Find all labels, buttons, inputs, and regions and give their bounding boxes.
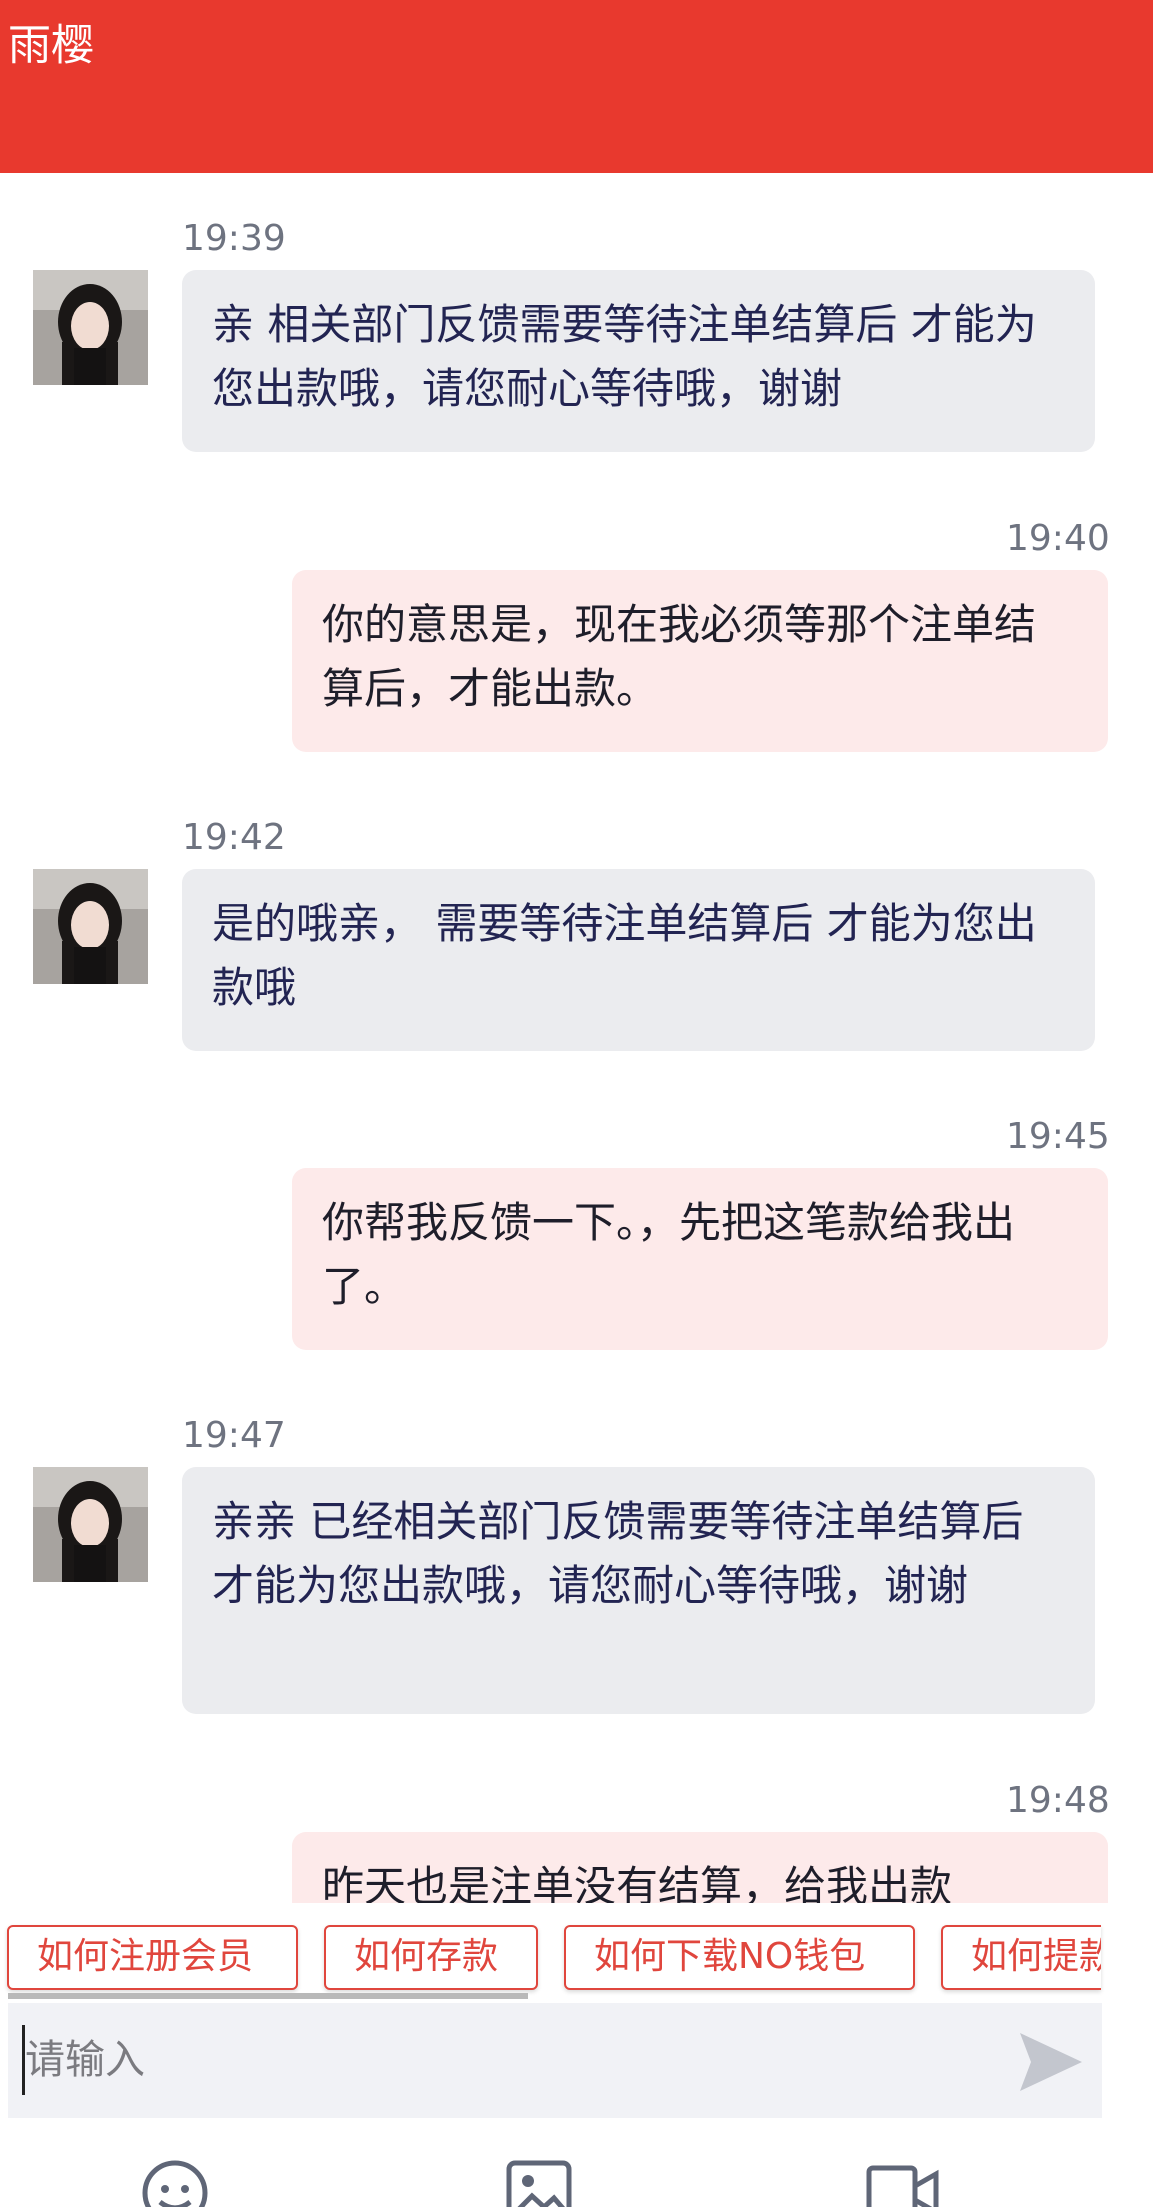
message-time: 19:39 bbox=[182, 218, 286, 259]
quick-reply-register[interactable]: 如何注册会员 bbox=[7, 1925, 298, 1990]
message-time: 19:45 bbox=[1006, 1116, 1110, 1157]
message-input-area bbox=[8, 2003, 1102, 2118]
message-outgoing: 19:45 你帮我反馈一下。，先把这笔款给我出了。 bbox=[0, 1071, 1153, 1371]
bottom-toolbar bbox=[0, 2118, 1153, 2207]
send-icon[interactable] bbox=[1018, 2031, 1084, 2093]
avatar-icon[interactable] bbox=[33, 270, 148, 385]
message-bubble: 是的哦亲， 需要等待注单结算后 才能为您出款哦 bbox=[182, 869, 1095, 1051]
message-outgoing: 19:40 你的意思是，现在我必须等那个注单结算后，才能出款。 bbox=[0, 473, 1153, 773]
message-incoming: 19:42 是的哦亲， 需要等待注单结算后 才能为您出款哦 bbox=[0, 772, 1153, 1072]
quick-reply-bar[interactable]: 如何注册会员 如何存款 如何下载NO钱包 如何提款 bbox=[0, 1903, 1153, 2003]
image-icon[interactable] bbox=[502, 2156, 576, 2207]
message-time: 19:48 bbox=[1006, 1780, 1110, 1821]
message-bubble: 昨天也是注单没有结算，给我出款 bbox=[292, 1832, 1108, 1903]
message-time: 19:40 bbox=[1006, 518, 1110, 559]
emoji-icon[interactable] bbox=[138, 2156, 212, 2207]
quick-reply-deposit[interactable]: 如何存款 bbox=[324, 1925, 538, 1990]
quick-reply-scrollbar[interactable] bbox=[8, 1993, 528, 1999]
chat-header: 雨樱 bbox=[0, 0, 1153, 173]
quick-reply-withdraw[interactable]: 如何提款 bbox=[941, 1925, 1101, 1990]
quick-reply-download-wallet[interactable]: 如何下载NO钱包 bbox=[564, 1925, 915, 1990]
video-icon[interactable] bbox=[866, 2156, 940, 2207]
message-time: 19:42 bbox=[182, 817, 286, 858]
avatar-icon[interactable] bbox=[33, 869, 148, 984]
message-bubble: 亲 相关部门反馈需要等待注单结算后 才能为您出款哦，请您耐心等待哦，谢谢 bbox=[182, 270, 1095, 452]
message-bubble: 你的意思是，现在我必须等那个注单结算后，才能出款。 bbox=[292, 570, 1108, 752]
message-time: 19:47 bbox=[182, 1415, 286, 1456]
message-outgoing: 19:48 昨天也是注单没有结算，给我出款 bbox=[0, 1735, 1153, 1903]
message-incoming: 19:47 亲亲 已经相关部门反馈需要等待注单结算后 才能为您出款哦，请您耐心等… bbox=[0, 1370, 1153, 1735]
message-bubble: 亲亲 已经相关部门反馈需要等待注单结算后 才能为您出款哦，请您耐心等待哦，谢谢 bbox=[182, 1467, 1095, 1714]
message-input[interactable] bbox=[22, 2025, 925, 2095]
message-list[interactable]: 19:39 亲 相关部门反馈需要等待注单结算后 才能为您出款哦，请您耐心等待哦，… bbox=[0, 173, 1153, 1903]
message-incoming: 19:39 亲 相关部门反馈需要等待注单结算后 才能为您出款哦，请您耐心等待哦，… bbox=[0, 173, 1153, 473]
message-bubble: 你帮我反馈一下。，先把这笔款给我出了。 bbox=[292, 1168, 1108, 1350]
chat-title: 雨樱 bbox=[8, 21, 94, 71]
avatar-icon[interactable] bbox=[33, 1467, 148, 1582]
